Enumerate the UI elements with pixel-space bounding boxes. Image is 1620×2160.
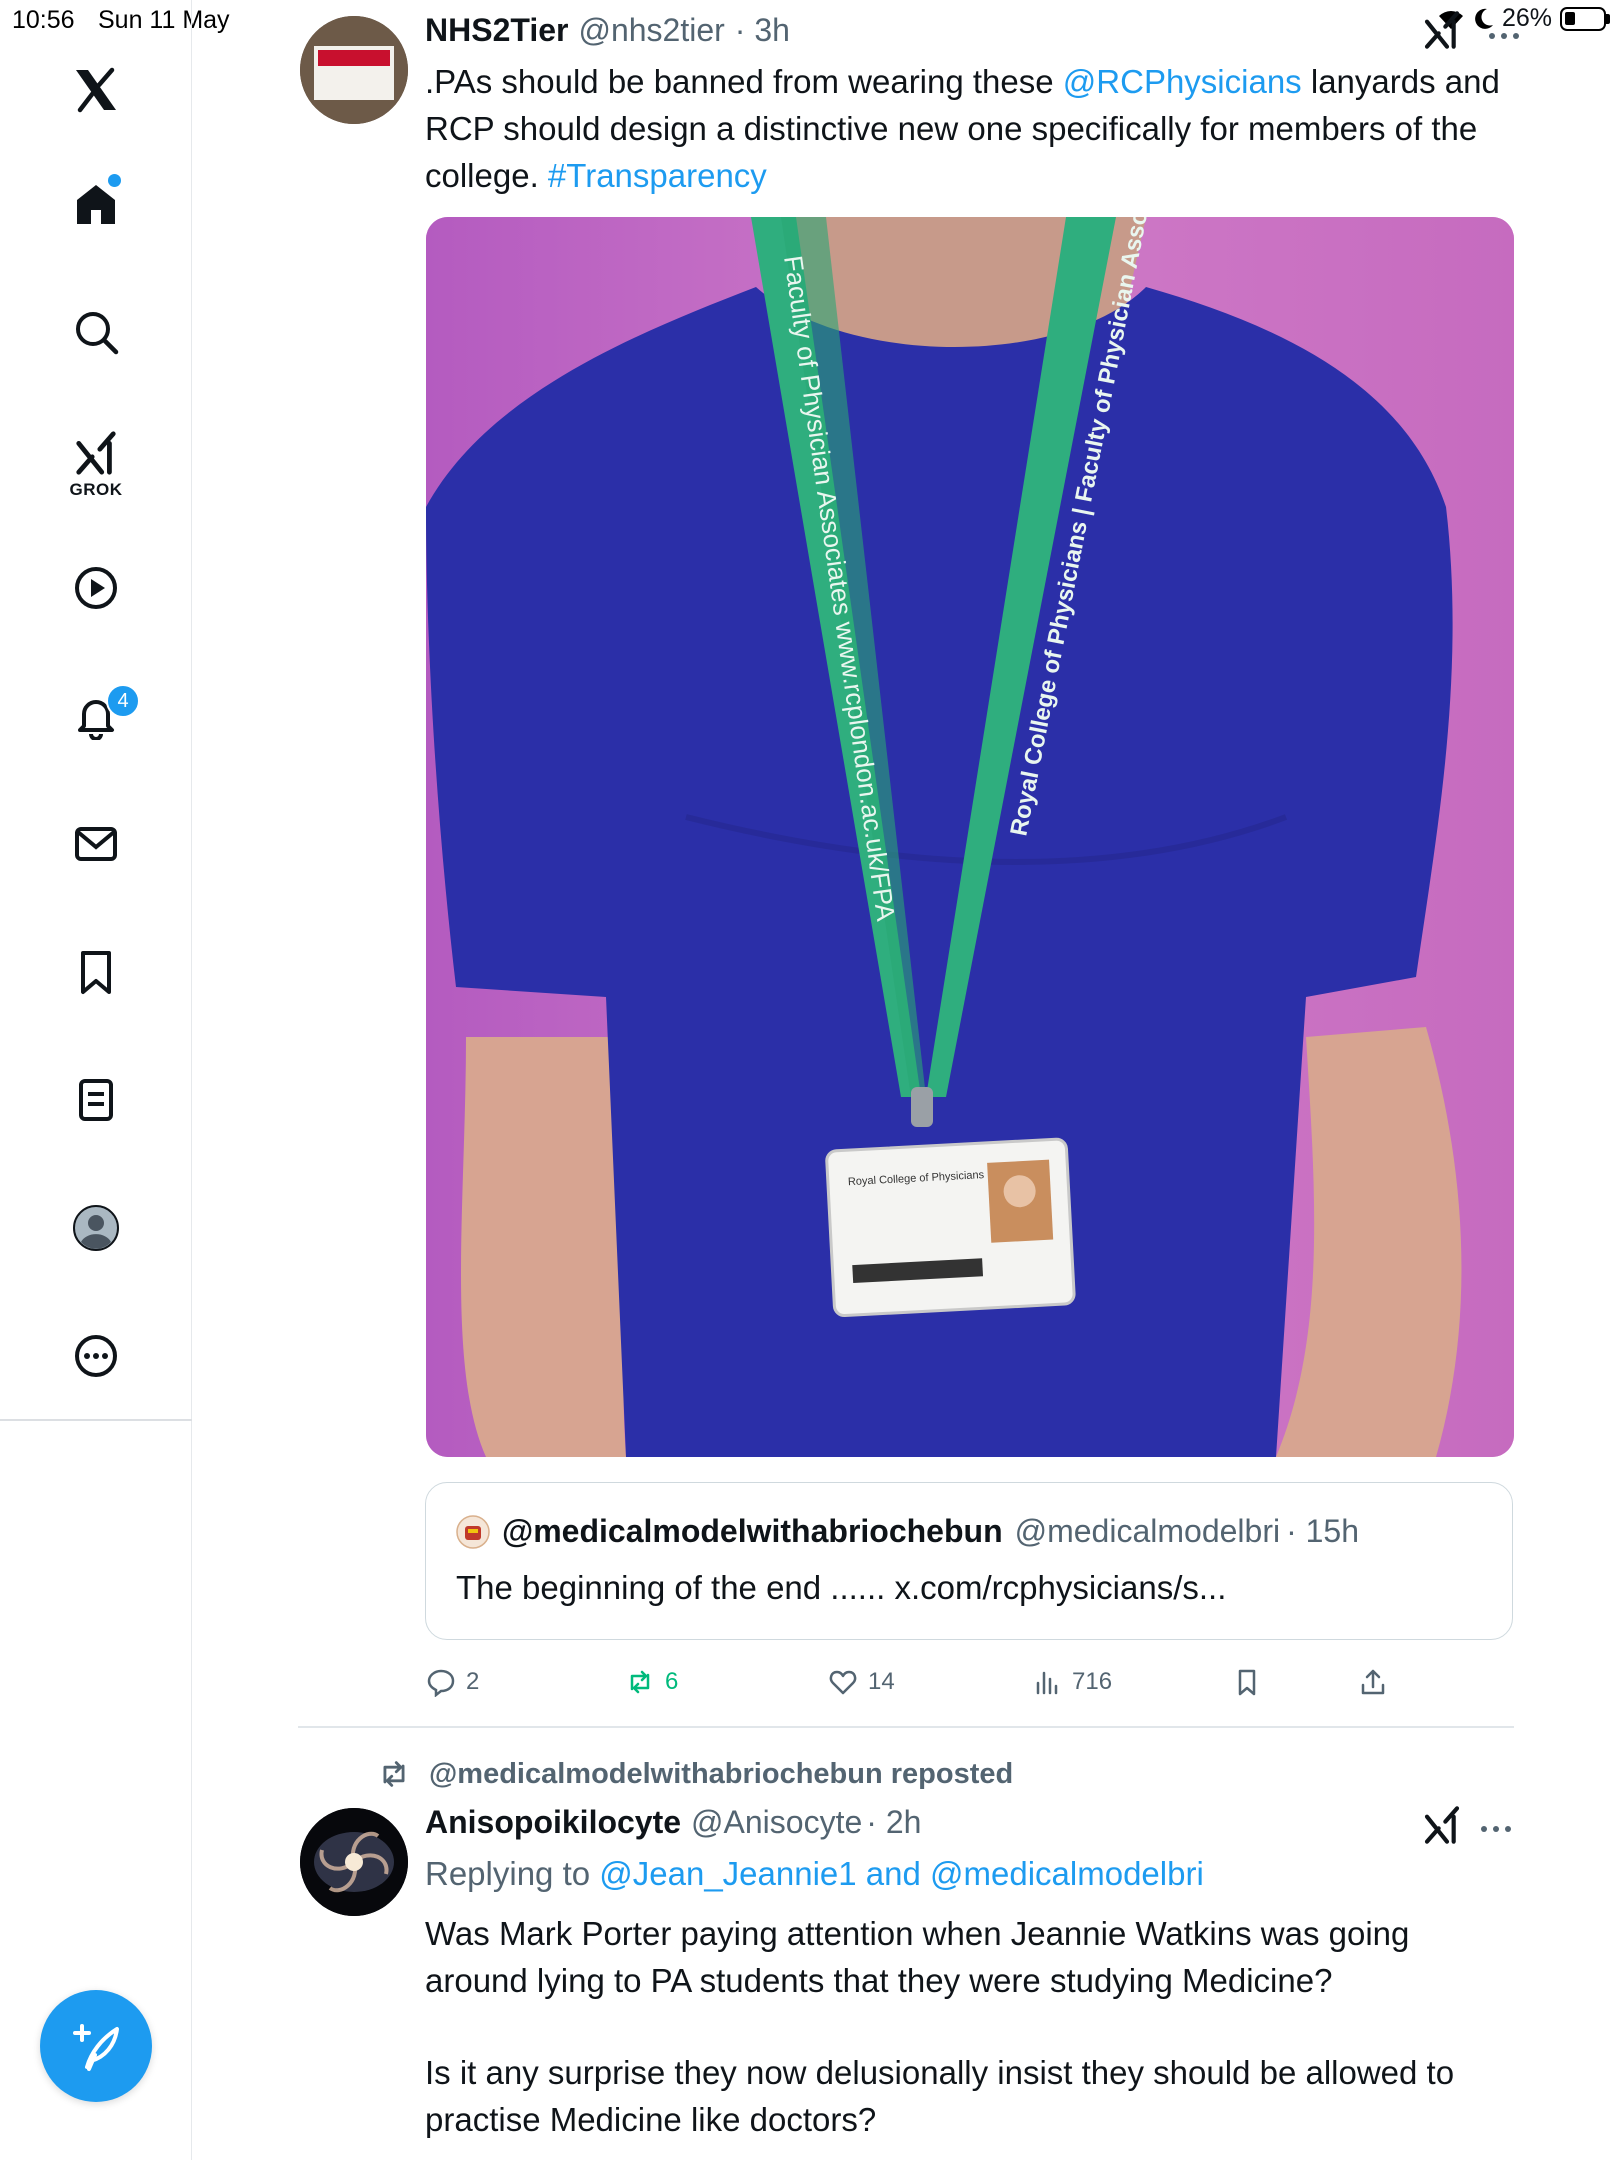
- more-options-icon[interactable]: [1480, 1821, 1512, 1839]
- tweet-time[interactable]: · 3h: [735, 12, 790, 49]
- tweet-header: NHS2Tier @nhs2tier · 3h: [425, 12, 790, 49]
- more-options-icon[interactable]: [1488, 28, 1520, 46]
- grok-label: GROK: [69, 480, 123, 499]
- share-icon: [1361, 1669, 1385, 1695]
- author-handle[interactable]: @Anisocyte: [691, 1804, 862, 1841]
- moon-icon: [1475, 8, 1493, 29]
- quote-text: The beginning of the end ...... x.com/rc…: [456, 1569, 1227, 1606]
- views-icon: [1036, 1671, 1058, 1695]
- quote-avatar: [456, 1514, 490, 1549]
- mention-link[interactable]: @RCPhysicians: [1063, 63, 1302, 100]
- reply-icon: [427, 1669, 455, 1697]
- galaxy-image: [300, 1808, 408, 1916]
- danger-sign-image: [300, 16, 408, 124]
- share-button[interactable]: [1358, 1662, 1388, 1702]
- sidebar: GROK 4: [0, 0, 192, 2160]
- author-name[interactable]: NHS2Tier: [425, 12, 568, 49]
- bookmark-button[interactable]: [1232, 1662, 1262, 1702]
- tweet-photo[interactable]: Faculty of Physician Associates www.rcpl…: [426, 217, 1514, 1457]
- tweet-text-paragraph-1: Was Mark Porter paying attention when Je…: [425, 1915, 1410, 1999]
- grok-explain-icon[interactable]: [1422, 10, 1462, 55]
- quoted-tweet[interactable]: @medicalmodelwithabriochebun @medicalmod…: [425, 1482, 1513, 1640]
- repost-button[interactable]: 6: [625, 1662, 678, 1702]
- x-logo-icon[interactable]: [64, 58, 128, 122]
- tweet-header: Anisopoikilocyte @Anisocyte · 2h: [425, 1804, 921, 1841]
- replying-to: Replying to @Jean_Jeannie1 and @medicalm…: [425, 1855, 1204, 1892]
- heart-icon: [829, 1670, 857, 1695]
- lists-icon[interactable]: [64, 1068, 128, 1132]
- status-indicators: 26%: [1436, 4, 1610, 33]
- home-notification-dot: [108, 174, 121, 187]
- reply-button[interactable]: 2: [426, 1662, 479, 1702]
- avatar[interactable]: [300, 1808, 408, 1916]
- home-icon[interactable]: [64, 172, 128, 236]
- replying-to-link[interactable]: @Jean_Jeannie1 and @medicalmodelbri: [599, 1855, 1204, 1892]
- repost-icon: [630, 1670, 650, 1694]
- grok-explain-icon[interactable]: [1422, 1805, 1462, 1850]
- like-count: 14: [868, 1668, 895, 1695]
- battery-icon: [1560, 6, 1610, 31]
- like-button[interactable]: 14: [828, 1662, 895, 1702]
- bookmark-icon[interactable]: [64, 940, 128, 1004]
- avatar[interactable]: [300, 16, 408, 124]
- tweet-separator: [298, 1726, 1514, 1728]
- reply-count: 2: [466, 1668, 480, 1695]
- lanyard-photo: Faculty of Physician Associates www.rcpl…: [426, 217, 1514, 1457]
- more-icon[interactable]: [64, 1324, 128, 1388]
- repost-count: 6: [665, 1668, 679, 1695]
- notification-badge: 4: [106, 684, 140, 718]
- tweet-text: .PAs should be banned from wearing these…: [425, 63, 1500, 194]
- reposted-by: @medicalmodelwithabriochebun reposted: [429, 1757, 1014, 1790]
- quote-time: · 15h: [1286, 1513, 1360, 1549]
- repost-header[interactable]: @medicalmodelwithabriochebun reposted: [377, 1757, 1013, 1791]
- tweet-text-paragraph-2: Is it any surprise they now delusionally…: [425, 2054, 1455, 2138]
- hashtag-link[interactable]: #Transparency: [548, 157, 767, 194]
- mail-icon[interactable]: [64, 812, 128, 876]
- view-count: 716: [1072, 1668, 1113, 1695]
- author-name[interactable]: Anisopoikilocyte: [425, 1804, 681, 1841]
- profile-icon[interactable]: [64, 1196, 128, 1260]
- author-handle[interactable]: @nhs2tier: [578, 12, 724, 49]
- search-icon[interactable]: [64, 300, 128, 364]
- quote-author-name: @medicalmodelwithabriochebun: [502, 1513, 1003, 1549]
- bell-icon[interactable]: 4: [64, 684, 140, 748]
- views-button[interactable]: 716: [1032, 1662, 1112, 1702]
- bookmark-icon: [1238, 1669, 1256, 1696]
- sidebar-divider: [0, 1419, 192, 1421]
- video-play-icon[interactable]: [64, 556, 128, 620]
- grok-icon[interactable]: GROK: [64, 420, 128, 510]
- compose-post-button[interactable]: [40, 1990, 152, 2102]
- quote-author-handle: @medicalmodelbri: [1014, 1513, 1281, 1549]
- repost-icon: [383, 1761, 405, 1787]
- compose-post-icon: [73, 2024, 119, 2071]
- tweet-time[interactable]: · 2h: [866, 1804, 921, 1841]
